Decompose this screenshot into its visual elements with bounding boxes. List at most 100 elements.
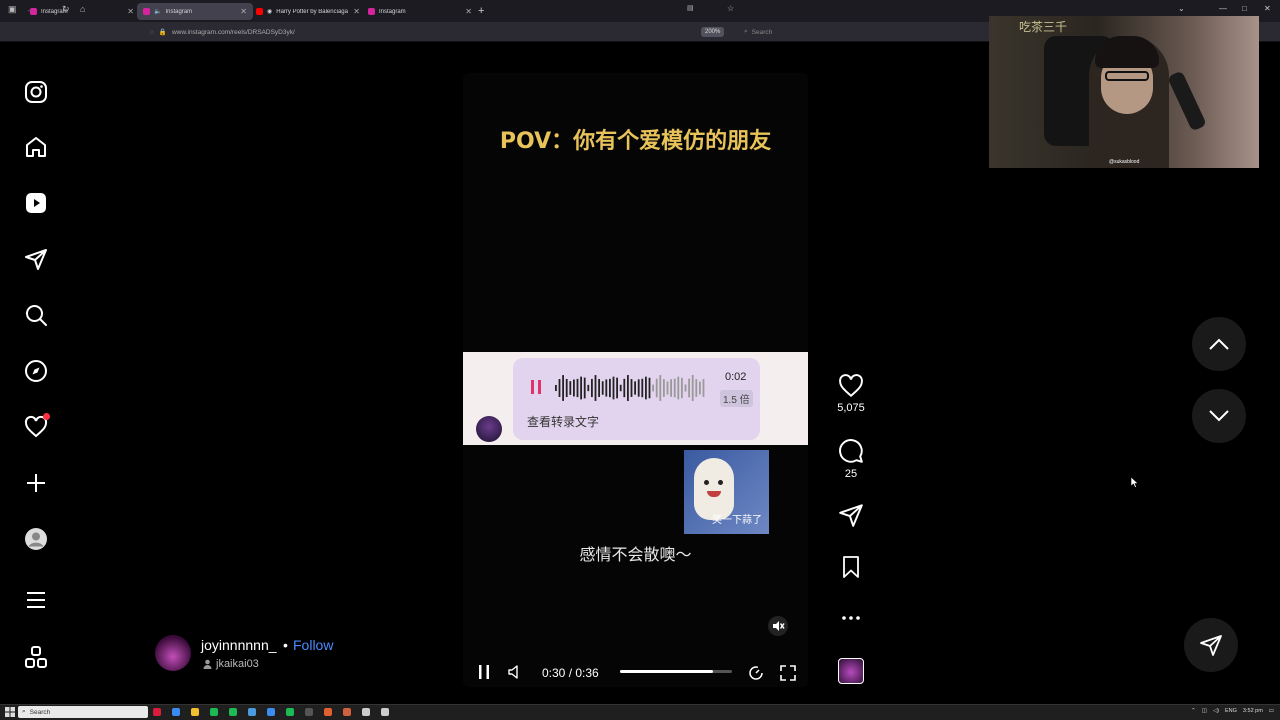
explore-icon[interactable]: [22, 357, 50, 385]
notification-center-icon[interactable]: ▭: [1269, 708, 1274, 714]
waveform-bar: [684, 384, 687, 392]
minimize-button[interactable]: —: [1219, 4, 1227, 13]
taskbar-app-icon[interactable]: [324, 708, 332, 716]
waveform-bar: [702, 379, 705, 397]
reels-icon[interactable]: [22, 189, 50, 217]
waveform-bar: [619, 384, 622, 392]
reel-video[interactable]: POV：你有个爱模仿的朋友 0:02 1.5 倍 查看转录文字 笑一下蒜了 感情…: [463, 73, 808, 687]
send-icon: [1200, 635, 1222, 656]
more-options-action[interactable]: [835, 610, 867, 626]
forward-icon[interactable]: →: [43, 4, 52, 14]
url-bar[interactable]: ◌ 🔒 www.instagram.com/reels/DRSADSyD3yk/: [150, 25, 740, 39]
back-icon[interactable]: ←: [26, 4, 35, 14]
webcam-logo: 吃茶三千: [1019, 20, 1068, 34]
comment-action[interactable]: 25: [835, 438, 867, 480]
tab-list-icon[interactable]: ⌄: [1178, 4, 1185, 13]
follow-button[interactable]: Follow: [293, 637, 333, 653]
search-icon[interactable]: [22, 301, 50, 329]
also-from-meta-icon[interactable]: [22, 643, 50, 671]
next-reel-button[interactable]: [1192, 389, 1246, 443]
mouse-cursor-icon: [1131, 477, 1139, 488]
share-send-icon[interactable]: [838, 502, 864, 528]
fullscreen-icon[interactable]: [779, 664, 797, 682]
language-indicator[interactable]: ENG: [1225, 708, 1237, 714]
create-plus-icon[interactable]: [22, 469, 50, 497]
taskbar-app-icon[interactable]: [381, 708, 389, 716]
waveform-bar: [558, 378, 561, 398]
more-menu-icon[interactable]: [22, 586, 50, 614]
notification-dot: [43, 413, 50, 420]
windows-start-icon[interactable]: [5, 707, 15, 717]
close-tab-icon[interactable]: ✕: [465, 7, 472, 16]
more-dots-icon[interactable]: [839, 610, 863, 626]
taskbar-app-icon[interactable]: [229, 708, 237, 716]
bookmark-star-icon[interactable]: ☆: [727, 4, 734, 13]
speed-settings-icon[interactable]: [748, 665, 764, 681]
save-action[interactable]: [835, 554, 867, 580]
share-action[interactable]: [835, 502, 867, 528]
waveform-bar: [666, 381, 669, 395]
taskbar-app-icon[interactable]: [362, 708, 370, 716]
taskbar-app-icon[interactable]: [172, 708, 180, 716]
search-input[interactable]: ⌕ Search: [744, 26, 984, 38]
new-tab-button[interactable]: +: [478, 5, 484, 17]
tray-chevron-icon[interactable]: ⌃: [1191, 708, 1196, 714]
volume-tray-icon[interactable]: ◁): [1213, 708, 1219, 714]
clock[interactable]: 3:52 pm: [1243, 708, 1263, 714]
collab-user[interactable]: jkaikai03: [203, 658, 259, 670]
video-subtitle: 感情不会散噢～: [579, 547, 692, 564]
bookmark-icon[interactable]: [839, 554, 863, 580]
reader-view-icon[interactable]: ▤: [687, 4, 694, 12]
home-icon[interactable]: ⌂: [80, 4, 85, 14]
url-text: www.instagram.com/reels/DRSADSyD3yk/: [171, 28, 295, 36]
author-avatar[interactable]: [155, 635, 191, 671]
waveform-bar: [565, 378, 568, 398]
search-icon: ⌕: [22, 708, 26, 715]
author-username[interactable]: joyinnnnnn_: [201, 637, 277, 653]
comment-bubble-icon[interactable]: [838, 438, 864, 464]
close-tab-icon[interactable]: ✕: [127, 7, 134, 16]
instagram-logo-icon[interactable]: [22, 78, 50, 106]
reload-icon[interactable]: ↻: [62, 4, 70, 15]
close-tab-icon[interactable]: ✕: [353, 7, 360, 16]
webcam-handle: @sukasblood: [1109, 159, 1140, 165]
notifications-heart-icon[interactable]: [22, 413, 50, 441]
taskbar-app-icon[interactable]: [248, 708, 256, 716]
close-window-button[interactable]: ✕: [1264, 4, 1271, 13]
taskbar-app-icon[interactable]: [286, 708, 294, 716]
speaker-icon: 🔈: [154, 9, 162, 15]
waveform-bar: [699, 381, 701, 395]
taskbar-app-icon[interactable]: [305, 708, 313, 716]
tab-harry-potter[interactable]: ◉ Harry Potter by Balenciaga ✕: [250, 3, 366, 20]
mute-toggle-icon[interactable]: [768, 616, 788, 636]
close-tab-icon[interactable]: ✕: [240, 7, 247, 16]
audio-thumbnail[interactable]: [838, 658, 864, 684]
home-icon[interactable]: [22, 133, 50, 161]
taskbar-app-icon[interactable]: [191, 708, 199, 716]
taskbar-app-icon[interactable]: [267, 708, 275, 716]
like-heart-icon[interactable]: [838, 374, 864, 398]
taskbar-app-icon[interactable]: [343, 708, 351, 716]
taskbar-app-icon[interactable]: [210, 708, 218, 716]
like-action[interactable]: 5,075: [835, 374, 867, 414]
waveform-bar: [627, 375, 629, 401]
volume-icon[interactable]: [507, 664, 523, 680]
taskbar-app-icon[interactable]: [153, 708, 161, 716]
taskbar-search-input[interactable]: ⌕ Search: [18, 706, 148, 718]
pause-button[interactable]: [477, 664, 491, 680]
messages-float-button[interactable]: [1184, 618, 1238, 672]
chevron-down-icon: [1209, 410, 1229, 422]
messages-icon[interactable]: [22, 245, 50, 273]
webcam-overlay: 吃茶三千 @sukasblood: [989, 16, 1259, 168]
maximize-button[interactable]: □: [1242, 4, 1247, 13]
previous-reel-button[interactable]: [1192, 317, 1246, 371]
profile-avatar-icon[interactable]: [22, 525, 50, 553]
transcribe-link: 查看转录文字: [527, 415, 600, 429]
network-icon[interactable]: ◫: [1202, 708, 1207, 714]
waveform-bar: [605, 379, 608, 397]
sidebar-toggle-icon[interactable]: ▣: [8, 4, 17, 15]
waveform-bar: [648, 377, 651, 399]
tab-instagram-3[interactable]: Instagram ✕: [362, 3, 478, 20]
tab-instagram-2[interactable]: 🔈 Instagram ✕: [137, 3, 253, 20]
zoom-level[interactable]: 200%: [701, 27, 725, 37]
